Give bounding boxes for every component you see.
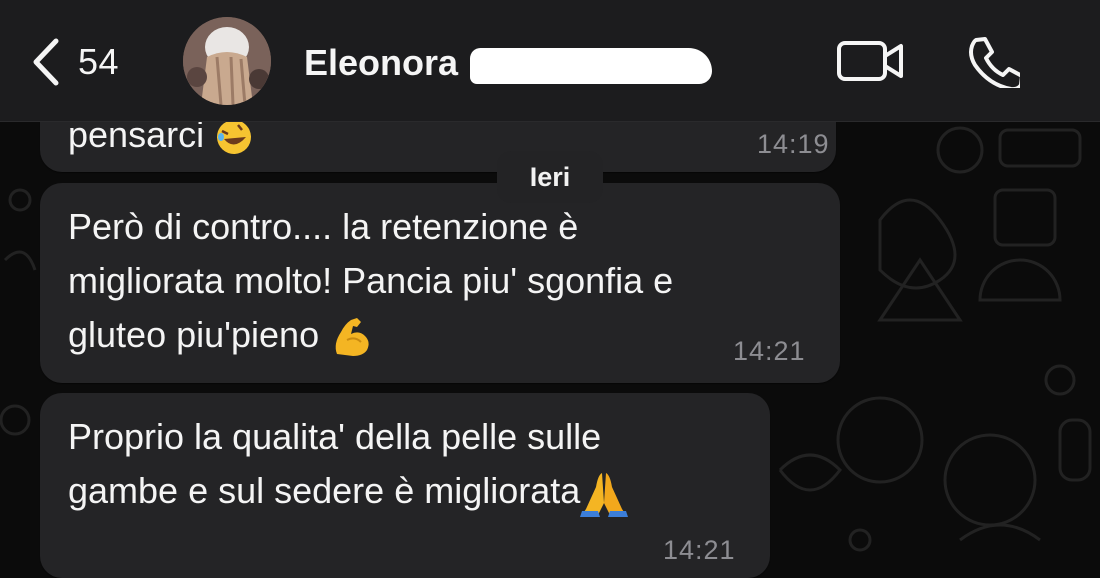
rolling-laughing-emoji <box>217 120 252 155</box>
avatar-image <box>183 17 271 105</box>
video-camera-icon <box>837 41 903 81</box>
back-button[interactable]: 54 <box>30 34 119 90</box>
message-bubble[interactable]: Proprio la qualita' della pelle sulle ga… <box>40 393 770 578</box>
flexed-biceps-emoji <box>335 318 369 357</box>
chat-header: 54 Eleonora <box>0 0 1100 122</box>
video-call-button[interactable] <box>836 40 904 87</box>
unread-count: 54 <box>78 41 120 82</box>
chevron-left-icon <box>33 38 59 86</box>
voice-call-button[interactable] <box>966 36 1024 93</box>
message-line: Però di contro.... la retenzione è <box>68 206 579 247</box>
date-separator: Ieri <box>497 151 603 203</box>
message-line: gluteo piu'pieno <box>68 314 320 355</box>
name-redaction <box>470 48 712 84</box>
message-line: migliorata molto! Pancia piu' sgonfia e <box>68 260 674 301</box>
message-text-last-line: gluteo piu'pieno <box>68 308 375 362</box>
message-time: 14:21 <box>663 535 736 565</box>
message-time: 14:21 <box>733 336 806 366</box>
folded-hands-emoji <box>580 473 629 518</box>
contact-name[interactable]: Eleonora <box>304 42 458 84</box>
message-line: Proprio la qualita' della pelle sulle <box>68 416 602 457</box>
message-bubble[interactable]: Però di contro.... la retenzione è migli… <box>40 183 840 383</box>
avatar[interactable] <box>183 17 271 105</box>
message-line: gambe e sul sedere è migliorata <box>68 470 581 511</box>
message-time: 14:19 <box>757 129 830 159</box>
phone-icon <box>969 37 1024 92</box>
message-text-last-line: gambe e sul sedere è migliorata <box>68 464 629 518</box>
